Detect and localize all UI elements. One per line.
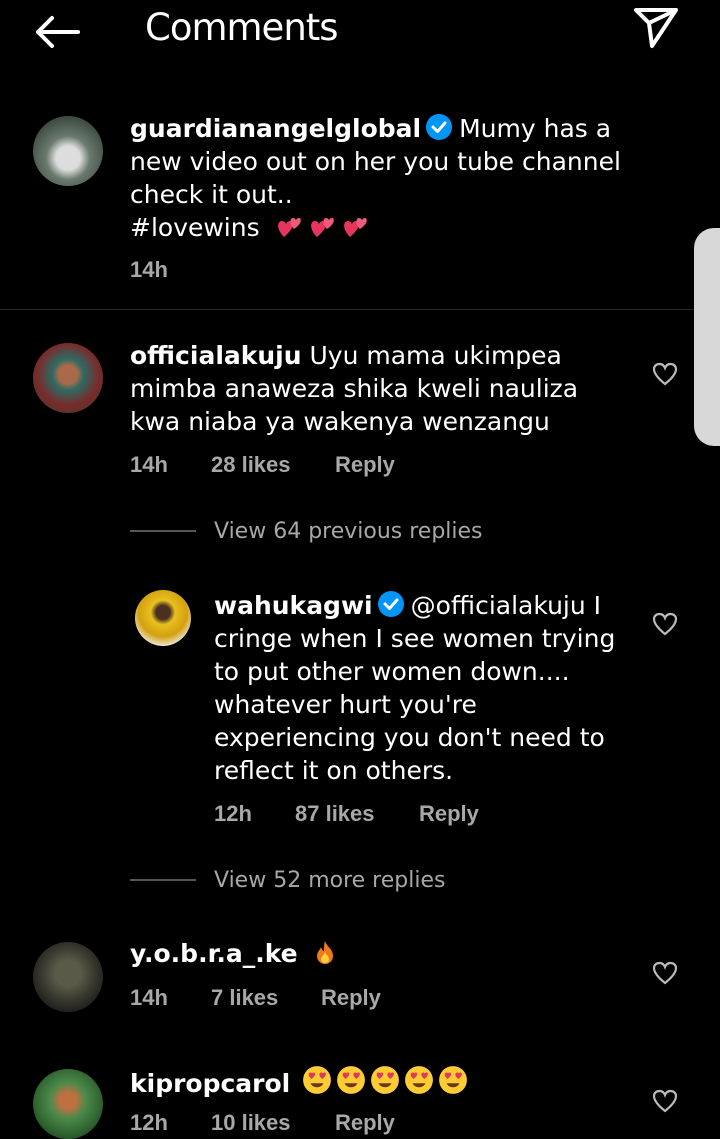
comment-username[interactable]: officialakuju	[130, 341, 302, 370]
reply-likes[interactable]: 87 likes	[295, 801, 375, 827]
page-title: Comments	[145, 6, 339, 49]
comment-likes[interactable]: 7 likes	[211, 985, 278, 1011]
reply-text: I cringe when I see women trying to put …	[214, 591, 616, 785]
comment-username[interactable]: kipropcarol	[130, 1069, 290, 1098]
replies-line	[130, 879, 196, 881]
comment-username[interactable]: y.o.b.r.a_.ke	[130, 939, 298, 968]
comment-time: 14h	[130, 257, 168, 282]
avatar[interactable]	[33, 116, 103, 186]
like-button[interactable]	[652, 362, 678, 386]
like-button[interactable]	[652, 961, 678, 985]
avatar[interactable]	[33, 1069, 103, 1139]
reply-button[interactable]: Reply	[335, 1110, 395, 1136]
reply-button[interactable]: Reply	[335, 452, 395, 478]
back-button[interactable]	[30, 10, 84, 54]
heart-icon	[652, 1089, 678, 1113]
reply-username[interactable]: wahukagwi	[214, 591, 373, 620]
heart-eyes-emoji	[371, 1066, 400, 1094]
heart-icon	[652, 961, 678, 985]
comment-time: 14h	[130, 985, 168, 1010]
heart-eyes-emoji	[439, 1066, 468, 1094]
avatar[interactable]	[135, 590, 191, 646]
comment-body: guardianangelglobal Mumy has a new video …	[130, 112, 660, 244]
avatar[interactable]	[33, 343, 103, 413]
comment-username[interactable]: guardianangelglobal	[130, 114, 421, 143]
comment-time: 14h	[130, 452, 168, 477]
fire-emoji	[316, 941, 333, 964]
scroll-handle[interactable]	[694, 228, 720, 446]
two-hearts-emoji	[310, 218, 334, 237]
heart-eyes-emoji	[405, 1066, 434, 1094]
reply-button[interactable]: Reply	[321, 985, 381, 1011]
mention-link[interactable]: @officialakuju	[411, 591, 586, 620]
share-button[interactable]	[630, 4, 682, 52]
send-icon	[634, 8, 678, 48]
heart-icon	[652, 612, 678, 636]
replies-line	[130, 530, 196, 532]
reply-time: 12h	[214, 801, 252, 826]
heart-eyes-emoji	[337, 1066, 366, 1094]
back-arrow-icon	[36, 16, 80, 48]
reply-button[interactable]: Reply	[419, 801, 479, 827]
heart-icon	[652, 362, 678, 386]
like-button[interactable]	[652, 1089, 678, 1113]
comment-body: kipropcarol	[130, 1065, 630, 1100]
two-hearts-emoji	[343, 218, 367, 237]
two-hearts-emoji	[277, 218, 301, 237]
verified-badge-icon	[426, 114, 453, 140]
like-button[interactable]	[652, 612, 678, 636]
reply-body: wahukagwi @officialakuju I cringe when I …	[214, 589, 624, 787]
caption-divider	[0, 309, 720, 310]
heart-eyes-emoji	[303, 1066, 332, 1094]
avatar[interactable]	[33, 942, 103, 1012]
comment-body: y.o.b.r.a_.ke	[130, 937, 630, 970]
hashtag-link[interactable]: #lovewins	[130, 213, 260, 242]
comment-body: officialakuju Uyu mama ukimpea mimba ana…	[130, 339, 630, 438]
view-previous-replies[interactable]: View 64 previous replies	[214, 519, 483, 544]
comment-likes[interactable]: 10 likes	[211, 1110, 291, 1136]
verified-badge-icon	[377, 591, 404, 617]
view-more-replies[interactable]: View 52 more replies	[214, 868, 445, 893]
comment-likes[interactable]: 28 likes	[211, 452, 291, 478]
comment-time: 12h	[130, 1110, 168, 1135]
